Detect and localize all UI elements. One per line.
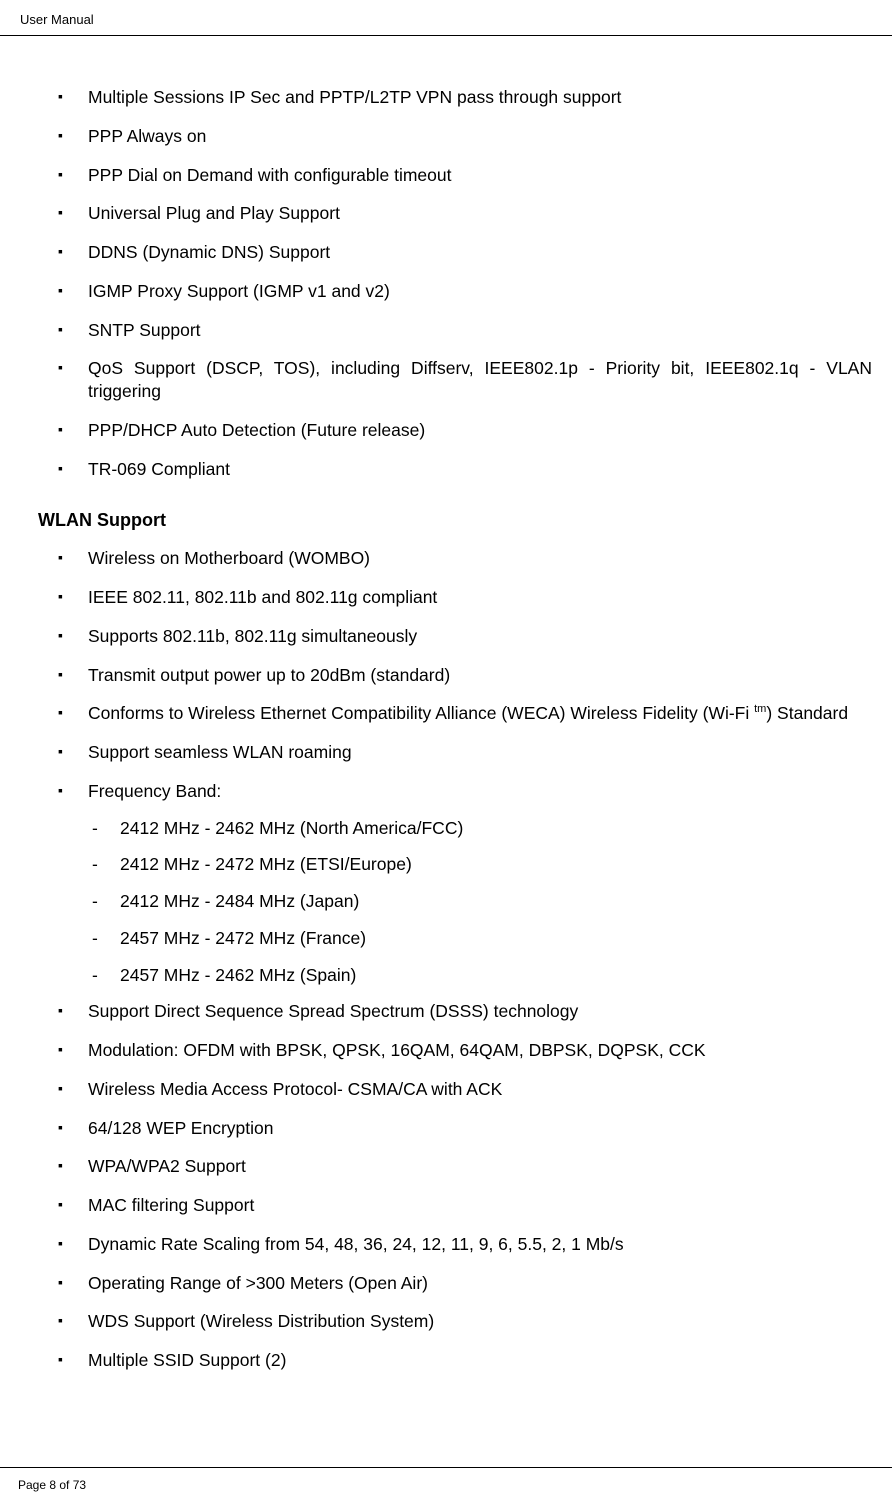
list-item: Wireless Media Access Protocol- CSMA/CA … — [58, 1078, 872, 1101]
list-item: Transmit output power up to 20dBm (stand… — [58, 664, 872, 687]
list-item: 2457 MHz - 2462 MHz (Spain) — [92, 964, 872, 987]
page-header: User Manual — [0, 0, 892, 36]
header-title: User Manual — [20, 12, 94, 27]
list-item: Dynamic Rate Scaling from 54, 48, 36, 24… — [58, 1233, 872, 1256]
page-number: Page 8 of 73 — [18, 1478, 86, 1492]
list-item: IEEE 802.11, 802.11b and 802.11g complia… — [58, 586, 872, 609]
list-item: Wireless on Motherboard (WOMBO) — [58, 547, 872, 570]
page-footer: Page 8 of 73 — [0, 1467, 892, 1506]
weca-post: ) Standard — [766, 703, 848, 723]
list-item: Multiple SSID Support (2) — [58, 1349, 872, 1372]
list-item: 64/128 WEP Encryption — [58, 1117, 872, 1140]
list-item: Support seamless WLAN roaming — [58, 741, 872, 764]
list-item: 2412 MHz - 2462 MHz (North America/FCC) — [92, 817, 872, 840]
list-item: DDNS (Dynamic DNS) Support — [58, 241, 872, 264]
wlan-list-c: Support Direct Sequence Spread Spectrum … — [20, 1000, 872, 1372]
list-item: Modulation: OFDM with BPSK, QPSK, 16QAM,… — [58, 1039, 872, 1062]
list-item: SNTP Support — [58, 319, 872, 342]
list-item-weca: Conforms to Wireless Ethernet Compatibil… — [58, 702, 872, 725]
list-item: WPA/WPA2 Support — [58, 1155, 872, 1178]
frequency-list: 2412 MHz - 2462 MHz (North America/FCC) … — [20, 817, 872, 987]
list-item: WDS Support (Wireless Distribution Syste… — [58, 1310, 872, 1333]
weca-pre: Conforms to Wireless Ethernet Compatibil… — [88, 703, 754, 723]
list-item: 2412 MHz - 2472 MHz (ETSI/Europe) — [92, 853, 872, 876]
list-item: 2457 MHz - 2472 MHz (France) — [92, 927, 872, 950]
list-item: 2412 MHz - 2484 MHz (Japan) — [92, 890, 872, 913]
list-item: Support Direct Sequence Spread Spectrum … — [58, 1000, 872, 1023]
list-item: MAC filtering Support — [58, 1194, 872, 1217]
list-item: QoS Support (DSCP, TOS), including Diffs… — [58, 357, 872, 403]
list-item: Supports 802.11b, 802.11g simultaneously — [58, 625, 872, 648]
list-item: TR-069 Compliant — [58, 458, 872, 481]
feature-list-1: Multiple Sessions IP Sec and PPTP/L2TP V… — [20, 86, 872, 480]
list-item: PPP Always on — [58, 125, 872, 148]
list-item: PPP/DHCP Auto Detection (Future release) — [58, 419, 872, 442]
tm-superscript: tm — [754, 703, 766, 715]
list-item: Frequency Band: — [58, 780, 872, 803]
list-item: Multiple Sessions IP Sec and PPTP/L2TP V… — [58, 86, 872, 109]
wlan-list-a: Wireless on Motherboard (WOMBO) IEEE 802… — [20, 547, 872, 802]
wlan-heading: WLAN Support — [20, 510, 872, 531]
list-item: Universal Plug and Play Support — [58, 202, 872, 225]
list-item: Operating Range of >300 Meters (Open Air… — [58, 1272, 872, 1295]
list-item: IGMP Proxy Support (IGMP v1 and v2) — [58, 280, 872, 303]
page-content: Multiple Sessions IP Sec and PPTP/L2TP V… — [0, 36, 892, 1372]
list-item: PPP Dial on Demand with configurable tim… — [58, 164, 872, 187]
